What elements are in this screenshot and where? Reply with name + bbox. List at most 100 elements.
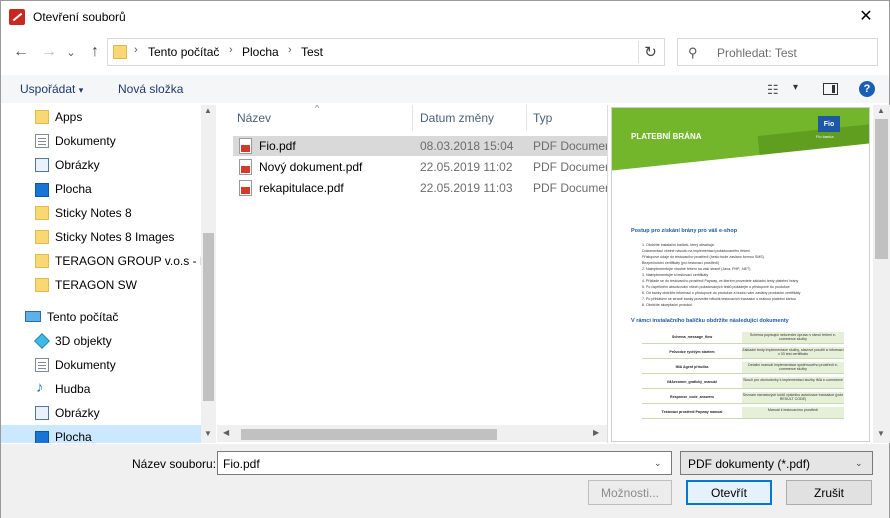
forward-arrow-icon: →	[41, 43, 57, 60]
organize-button[interactable]: Uspořádat ▾	[20, 82, 83, 96]
command-bar: Uspořádat ▾ Nová složka ☷ ▾ ?	[1, 75, 889, 103]
sidebar-item-pictures-pc[interactable]: Obrázky	[1, 401, 201, 425]
table-cell: Detailní manuál implementace systémového…	[742, 362, 844, 373]
table-cell: Testovací prostředí Payway manual	[661, 410, 723, 414]
navigation-scrollbar-thumb[interactable]	[203, 233, 214, 401]
sidebar-item-this-pc[interactable]: Tento počítač	[1, 305, 201, 329]
options-button[interactable]: Možnosti...	[588, 480, 672, 505]
preview-scrollbar-thumb[interactable]	[875, 119, 888, 259]
breadcrumb-this-pc[interactable]: Tento počítač	[148, 45, 219, 59]
scroll-down-icon[interactable]: ▼	[877, 429, 885, 438]
pdf-file-icon	[239, 138, 252, 154]
filetype-select[interactable]: PDF dokumenty (*.pdf) ⌄	[680, 451, 873, 475]
table-cell: IMAecomm_grafický_manuál	[667, 380, 717, 384]
window-title: Otevření souborů	[33, 10, 126, 24]
sidebar-item-music[interactable]: ♪ Hudba	[1, 377, 201, 401]
recent-locations-button[interactable]: ⌄	[60, 41, 82, 63]
sidebar-item-teragon-group[interactable]: TERAGON GROUP v.o.s - Dc	[1, 249, 201, 273]
scroll-right-icon[interactable]: ▶	[593, 428, 599, 437]
table-cell: Schema_message_flow	[671, 335, 713, 339]
file-type: PDF Documen	[533, 181, 607, 195]
file-row[interactable]: Fio.pdf 08.03.2018 15:04 PDF Documen	[233, 136, 607, 156]
back-button[interactable]: ←	[10, 41, 32, 63]
documents-icon	[35, 134, 49, 148]
file-date: 22.05.2019 11:02	[420, 160, 513, 174]
sidebar-item-documents[interactable]: Dokumenty	[1, 129, 201, 153]
sidebar-item-label: Sticky Notes 8 Images	[55, 230, 175, 244]
sidebar-item-sticky-notes-images[interactable]: Sticky Notes 8 Images	[1, 225, 201, 249]
up-button[interactable]: ↑	[84, 41, 106, 63]
sidebar-item-label: Sticky Notes 8	[55, 206, 132, 220]
filename-label: Název souboru:	[132, 457, 217, 471]
scroll-up-icon[interactable]: ▲	[204, 106, 212, 115]
table-cell: Seznam návratových kódů výsledku autoriz…	[742, 392, 844, 403]
file-name: Fio.pdf	[259, 139, 296, 153]
scroll-left-icon[interactable]: ◀	[223, 428, 229, 437]
file-list-scrollbar-thumb[interactable]	[241, 429, 497, 440]
document-title: PLATEBNÍ BRÁNA	[631, 132, 702, 141]
close-button[interactable]: ✕	[843, 1, 889, 31]
view-options-icon[interactable]: ☷	[767, 82, 779, 98]
file-row[interactable]: Nový dokument.pdf 22.05.2019 11:02 PDF D…	[233, 157, 607, 177]
breadcrumb-desktop[interactable]: Plocha	[242, 45, 279, 59]
sidebar-item-documents-pc[interactable]: Dokumenty	[1, 353, 201, 377]
search-icon: ⚲	[688, 45, 698, 60]
scroll-down-icon[interactable]: ▼	[204, 429, 212, 438]
sidebar-item-desktop[interactable]: Plocha	[1, 177, 201, 201]
organize-label: Uspořádat	[20, 82, 76, 96]
open-button[interactable]: Otevřít	[686, 480, 772, 505]
table-row: Schema_message_flow Schéma popisující sek…	[642, 331, 844, 344]
preview-pane: PLATEBNÍ BRÁNA Fio Fio banka Postup pro …	[607, 105, 872, 443]
sidebar-item-teragon-sw[interactable]: TERAGON SW	[1, 273, 201, 297]
column-header-type[interactable]: Typ	[533, 111, 552, 125]
column-divider[interactable]	[526, 105, 527, 131]
chevron-down-icon[interactable]: ⌄	[654, 458, 662, 469]
fio-logo-caption: Fio banka	[816, 134, 834, 139]
app-icon	[9, 9, 25, 25]
document-table: Schema_message_flow Schéma popisující sek…	[642, 331, 844, 421]
sidebar-item-pictures[interactable]: Obrázky	[1, 153, 201, 177]
table-row: Testovací prostředí Payway manual Manuál …	[642, 406, 844, 419]
up-arrow-icon: ↑	[91, 43, 99, 60]
filename-input[interactable]: Fio.pdf ⌄	[217, 451, 672, 475]
preview-pane-icon[interactable]	[823, 83, 838, 95]
sidebar-item-sticky-notes[interactable]: Sticky Notes 8	[1, 201, 201, 225]
chevron-down-icon: ⌄	[855, 458, 863, 468]
sidebar-item-label: Dokumenty	[55, 134, 116, 148]
sidebar-item-desktop-pc[interactable]: Plocha	[1, 425, 201, 443]
chevron-down-icon: ⌄	[66, 46, 76, 59]
music-icon: ♪	[36, 379, 44, 396]
pdf-file-icon	[239, 159, 252, 175]
document-steps: 1. Obdržíte instalační balíček, který ob…	[642, 243, 867, 309]
help-icon[interactable]: ?	[859, 81, 875, 97]
table-cell: Slouží pro obchodníky k implementaci slu…	[742, 377, 844, 388]
table-row: IMA Agent příručka Detailní manuál implem…	[642, 361, 844, 374]
chevron-down-icon: ▾	[78, 85, 84, 95]
view-chevron-icon[interactable]: ▾	[793, 82, 798, 93]
refresh-button[interactable]: ↻	[638, 41, 662, 63]
forward-button[interactable]: →	[38, 41, 60, 63]
column-header-name[interactable]: Název	[237, 111, 271, 125]
sidebar-item-3d-objects[interactable]: 3D objekty	[1, 329, 201, 353]
cancel-button[interactable]: Zrušit	[786, 480, 872, 505]
file-name: rekapitulace.pdf	[259, 181, 344, 195]
search-placeholder: Prohledat: Test	[717, 46, 797, 60]
file-open-dialog: Otevření souborů ✕ ← → ⌄ ↑ › Tento počít…	[0, 0, 890, 518]
fio-logo: Fio	[818, 116, 840, 132]
column-header-date[interactable]: Datum změny	[420, 111, 494, 125]
sidebar-item-label: 3D objekty	[55, 334, 112, 348]
folder-icon	[35, 230, 49, 244]
column-divider[interactable]	[412, 105, 413, 131]
new-folder-button[interactable]: Nová složka	[118, 82, 183, 96]
scroll-up-icon[interactable]: ▲	[877, 106, 885, 115]
table-cell: Základní testy implementace služby, stav…	[742, 347, 844, 358]
search-box[interactable]: ⚲ Prohledat: Test	[677, 38, 878, 66]
file-row[interactable]: rekapitulace.pdf 22.05.2019 11:03 PDF Do…	[233, 178, 607, 198]
table-cell: Response_code_answers	[670, 395, 714, 399]
filetype-value: PDF dokumenty (*.pdf)	[688, 457, 811, 471]
address-bar[interactable]: › Tento počítač › Plocha › Test ↻	[107, 38, 665, 66]
folder-icon	[113, 45, 127, 59]
pictures-icon	[35, 406, 49, 420]
breadcrumb-test[interactable]: Test	[301, 45, 323, 59]
sidebar-item-apps[interactable]: Apps	[1, 105, 201, 129]
